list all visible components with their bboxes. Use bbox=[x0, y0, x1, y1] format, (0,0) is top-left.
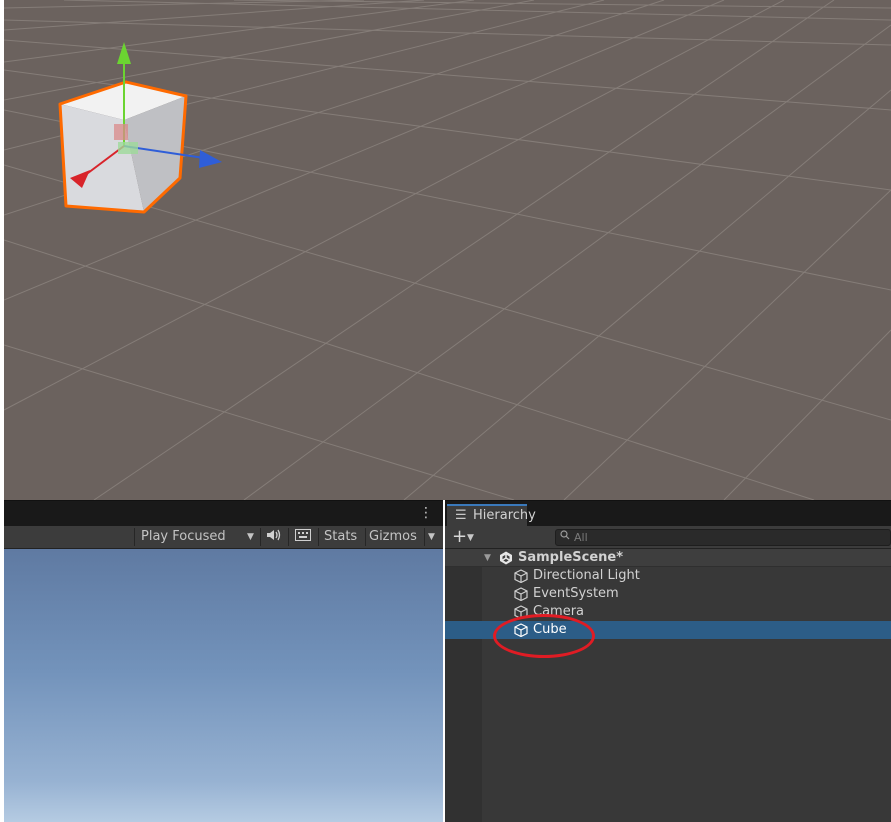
toolbar-divider bbox=[288, 528, 289, 546]
play-focused-dropdown[interactable]: Play Focused bbox=[141, 526, 226, 548]
hierarchy-item-label: Directional Light bbox=[533, 568, 640, 583]
stats-button[interactable]: Stats bbox=[324, 526, 357, 548]
vertical-ellipsis-icon[interactable]: ⋮ bbox=[419, 504, 433, 522]
expand-caret-icon[interactable]: ▼ bbox=[484, 549, 491, 567]
gizmos-button[interactable]: Gizmos bbox=[369, 526, 417, 548]
scene-label: SampleScene* bbox=[518, 550, 624, 565]
caret-down-icon[interactable]: ▼ bbox=[428, 526, 435, 548]
game-toolbar: Play Focused ▼ Stats Gizmos ▼ bbox=[4, 526, 443, 549]
caret-down-icon[interactable]: ▼ bbox=[247, 526, 254, 548]
hierarchy-tree: ▼ SampleScene* Directional Light EventSy… bbox=[445, 549, 891, 822]
keyboard-icon[interactable] bbox=[295, 526, 311, 548]
game-tab-bar: ⋮ bbox=[4, 500, 443, 526]
hierarchy-search[interactable] bbox=[555, 529, 891, 546]
hierarchy-toolbar: + ▼ bbox=[445, 526, 891, 549]
search-icon bbox=[560, 530, 570, 545]
annotation-circle bbox=[493, 614, 595, 658]
unity-logo-icon bbox=[500, 551, 512, 565]
ground-grid bbox=[4, 0, 891, 500]
toolbar-divider bbox=[134, 528, 135, 546]
toolbar-divider bbox=[318, 528, 319, 546]
plus-icon[interactable]: + bbox=[452, 527, 467, 547]
game-view-render[interactable] bbox=[4, 549, 443, 822]
toolbar-divider bbox=[365, 528, 366, 546]
cube-icon bbox=[514, 587, 528, 601]
toolbar-divider bbox=[424, 528, 425, 546]
toolbar-divider bbox=[260, 528, 261, 546]
scene-view[interactable] bbox=[4, 0, 891, 500]
hierarchy-panel: ☰ Hierarchy + ▼ ▼ bbox=[445, 500, 891, 822]
hierarchy-item-label: EventSystem bbox=[533, 586, 619, 601]
game-view-panel: ⋮ Play Focused ▼ Stats Gizmos ▼ bbox=[4, 500, 443, 822]
scene-grid bbox=[4, 0, 891, 500]
hierarchy-item-directional-light[interactable]: Directional Light bbox=[445, 567, 891, 585]
search-input[interactable] bbox=[574, 530, 874, 545]
scene-row[interactable]: ▼ SampleScene* bbox=[445, 549, 891, 567]
cube-icon bbox=[514, 569, 528, 583]
caret-down-icon[interactable]: ▼ bbox=[467, 529, 474, 547]
hierarchy-tab-bar: ☰ Hierarchy bbox=[445, 500, 891, 527]
tab-hierarchy-label: Hierarchy bbox=[473, 508, 536, 523]
list-icon: ☰ bbox=[455, 508, 467, 523]
hierarchy-item-eventsystem[interactable]: EventSystem bbox=[445, 585, 891, 603]
speaker-icon[interactable] bbox=[266, 526, 282, 548]
tab-hierarchy[interactable]: ☰ Hierarchy bbox=[447, 504, 536, 527]
